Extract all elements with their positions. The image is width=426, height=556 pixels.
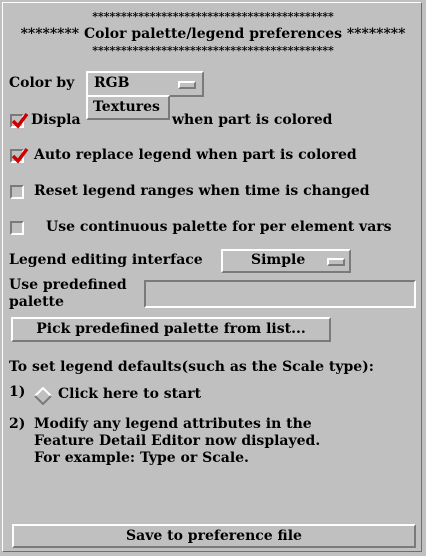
step2-line1: Modify any legend attributes in the xyxy=(34,416,312,432)
auto-replace-legend-checkbox[interactable] xyxy=(10,147,29,164)
step2-text: Modify any legend attributes in the Feat… xyxy=(34,416,320,467)
display-legend-checkbox[interactable] xyxy=(10,112,29,129)
legend-defaults-heading: To set legend defaults(such as the Scale… xyxy=(9,359,374,375)
auto-replace-legend-label: Auto replace legend when part is colored xyxy=(34,147,357,163)
header-stars-bottom: ****************************************… xyxy=(92,44,334,57)
continuous-palette-label: Use continuous palette for per element v… xyxy=(46,219,392,235)
dialog-title: ******** Color palette/legend preference… xyxy=(20,26,406,42)
reset-legend-ranges-label: Reset legend ranges when time is changed xyxy=(34,183,370,199)
dropdown-option-textures[interactable]: Textures xyxy=(93,99,160,115)
save-preference-label: Save to preference file xyxy=(126,528,302,544)
diamond-radio-icon xyxy=(34,386,52,406)
display-legend-label-start: Displa xyxy=(31,112,81,128)
reset-legend-ranges-checkbox[interactable] xyxy=(10,185,24,199)
check-mark-icon xyxy=(11,147,29,164)
start-legend-radio[interactable] xyxy=(34,386,52,406)
color-by-label: Color by xyxy=(9,75,75,91)
save-preference-button[interactable]: Save to preference file xyxy=(12,524,416,548)
step2-line2: Feature Detail Editor now displayed. xyxy=(34,433,321,449)
pick-predefined-palette-label: Pick predefined palette from list... xyxy=(36,321,306,337)
color-by-value: RGB xyxy=(94,75,130,91)
click-here-to-start-label[interactable]: Click here to start xyxy=(58,386,201,402)
predefined-palette-field[interactable] xyxy=(144,280,416,308)
legend-editing-option-menu[interactable]: Simple xyxy=(221,249,351,273)
option-menu-indicator-icon xyxy=(178,81,196,89)
check-mark-icon xyxy=(11,112,29,129)
pick-predefined-palette-button[interactable]: Pick predefined palette from list... xyxy=(11,317,331,342)
continuous-palette-checkbox[interactable] xyxy=(10,221,24,235)
step2-number: 2) xyxy=(9,416,26,432)
predefined-palette-label-line1: Use predefined xyxy=(9,277,127,293)
step1-number: 1) xyxy=(9,384,26,400)
header-stars-top: ****************************************… xyxy=(92,10,334,23)
color-by-option-menu[interactable]: RGB xyxy=(86,71,204,97)
display-legend-label-end: when part is colored xyxy=(172,112,333,128)
option-menu-indicator-icon xyxy=(327,258,345,266)
legend-editing-value: Simple xyxy=(251,252,306,268)
legend-editing-label: Legend editing interface xyxy=(9,252,203,268)
color-by-dropdown-popup: Textures xyxy=(86,95,170,120)
step2-line3: For example: Type or Scale. xyxy=(34,450,249,466)
predefined-palette-label-line2: palette xyxy=(9,294,64,310)
predefined-palette-label: Use predefined palette xyxy=(9,277,127,311)
